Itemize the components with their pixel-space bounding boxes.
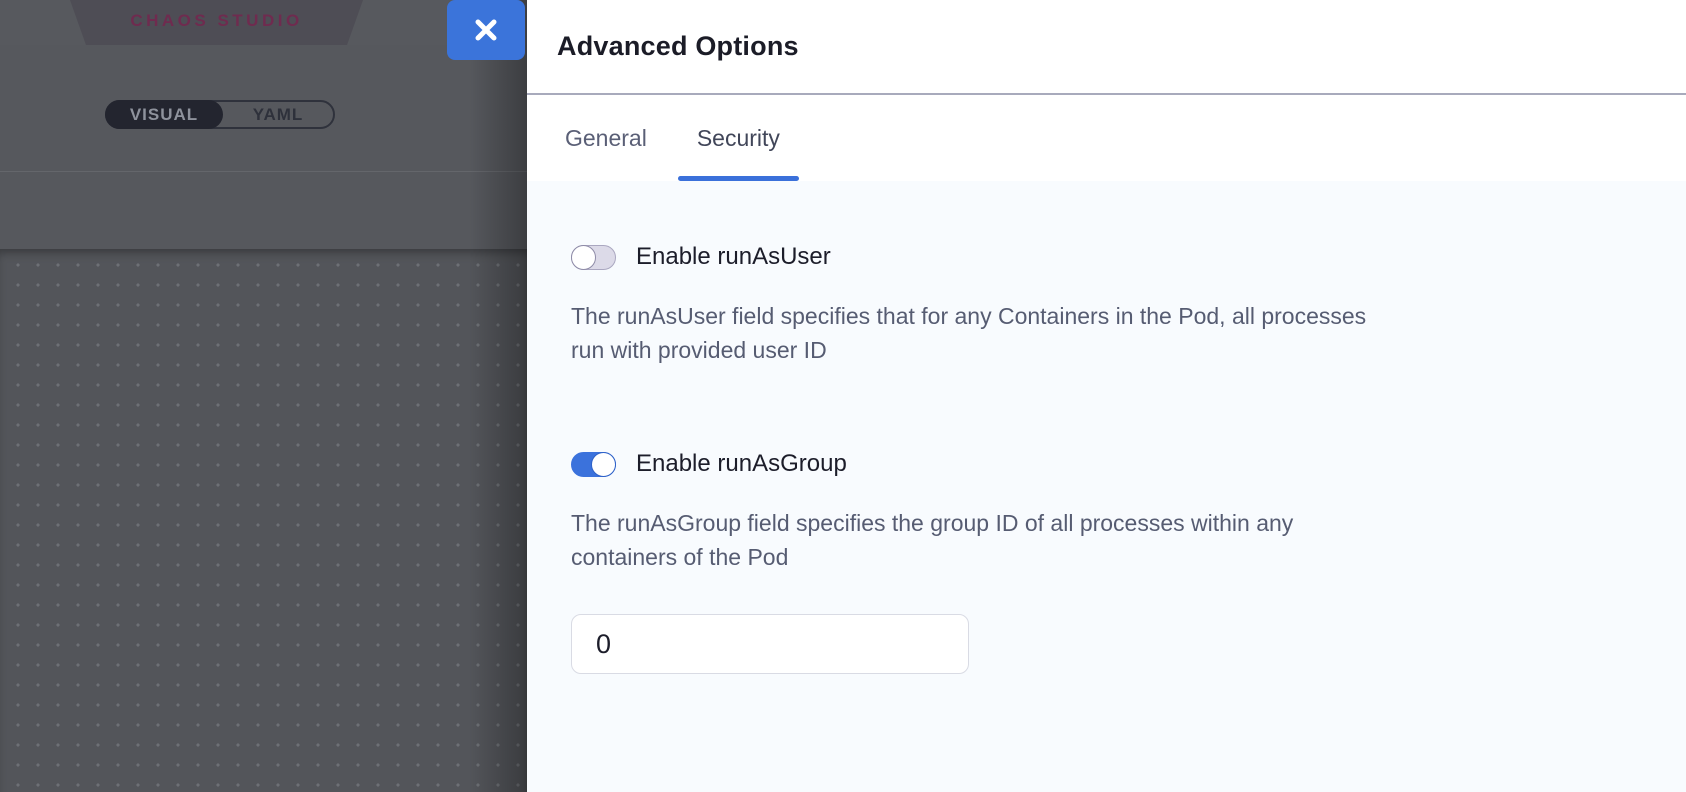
- toggle-knob: [591, 452, 616, 477]
- run-as-group-value-input[interactable]: [571, 614, 969, 674]
- run-as-user-row: Enable runAsUser: [571, 244, 1646, 270]
- drawer-title: Advanced Options: [557, 31, 1686, 62]
- view-mode-toggle-row: VISUAL YAML: [105, 100, 335, 129]
- chaos-studio-title: CHAOS STUDIO: [130, 11, 302, 35]
- description-line: The runAsUser field specifies that for a…: [571, 299, 1646, 333]
- drawer-tab-bar: General Security: [527, 95, 1686, 181]
- description-line: containers of the Pod: [571, 540, 1646, 574]
- tab-security[interactable]: Security: [678, 95, 799, 181]
- yaml-view-tab[interactable]: YAML: [223, 100, 333, 129]
- active-tab-underline: [678, 176, 799, 181]
- run-as-user-description: The runAsUser field specifies that for a…: [571, 299, 1646, 367]
- run-as-user-field: Enable runAsUser The runAsUser field spe…: [571, 244, 1646, 367]
- chaos-studio-banner: CHAOS STUDIO: [70, 0, 363, 45]
- description-line: The runAsGroup field specifies the group…: [571, 506, 1646, 540]
- screen: CHAOS STUDIO VISUAL YAML Advanced Option…: [0, 0, 1686, 792]
- run-as-group-row: Enable runAsGroup: [571, 451, 1646, 477]
- visual-view-tab[interactable]: VISUAL: [105, 100, 223, 129]
- advanced-options-drawer: Advanced Options General Security Enable…: [527, 0, 1686, 792]
- tab-security-label: Security: [697, 125, 780, 152]
- run-as-user-label: Enable runAsUser: [636, 243, 831, 271]
- run-as-group-label: Enable runAsGroup: [636, 450, 847, 478]
- run-as-group-field: Enable runAsGroup The runAsGroup field s…: [571, 451, 1646, 674]
- security-tab-panel: Enable runAsUser The runAsUser field spe…: [527, 181, 1686, 792]
- description-line: run with provided user ID: [571, 333, 1646, 367]
- view-mode-toggle[interactable]: VISUAL YAML: [105, 100, 335, 129]
- run-as-group-toggle[interactable]: [571, 452, 616, 477]
- run-as-group-description: The runAsGroup field specifies the group…: [571, 506, 1646, 574]
- close-icon: [473, 17, 499, 43]
- tab-general-label: General: [565, 125, 647, 152]
- run-as-user-toggle[interactable]: [571, 245, 616, 270]
- toolbar-divider: [0, 171, 527, 172]
- experiment-canvas: [0, 249, 527, 792]
- toggle-knob: [571, 245, 596, 270]
- drawer-header: Advanced Options: [527, 0, 1686, 95]
- chaos-studio-background: CHAOS STUDIO VISUAL YAML: [0, 0, 527, 792]
- tab-general[interactable]: General: [546, 95, 666, 181]
- close-drawer-button[interactable]: [447, 0, 525, 60]
